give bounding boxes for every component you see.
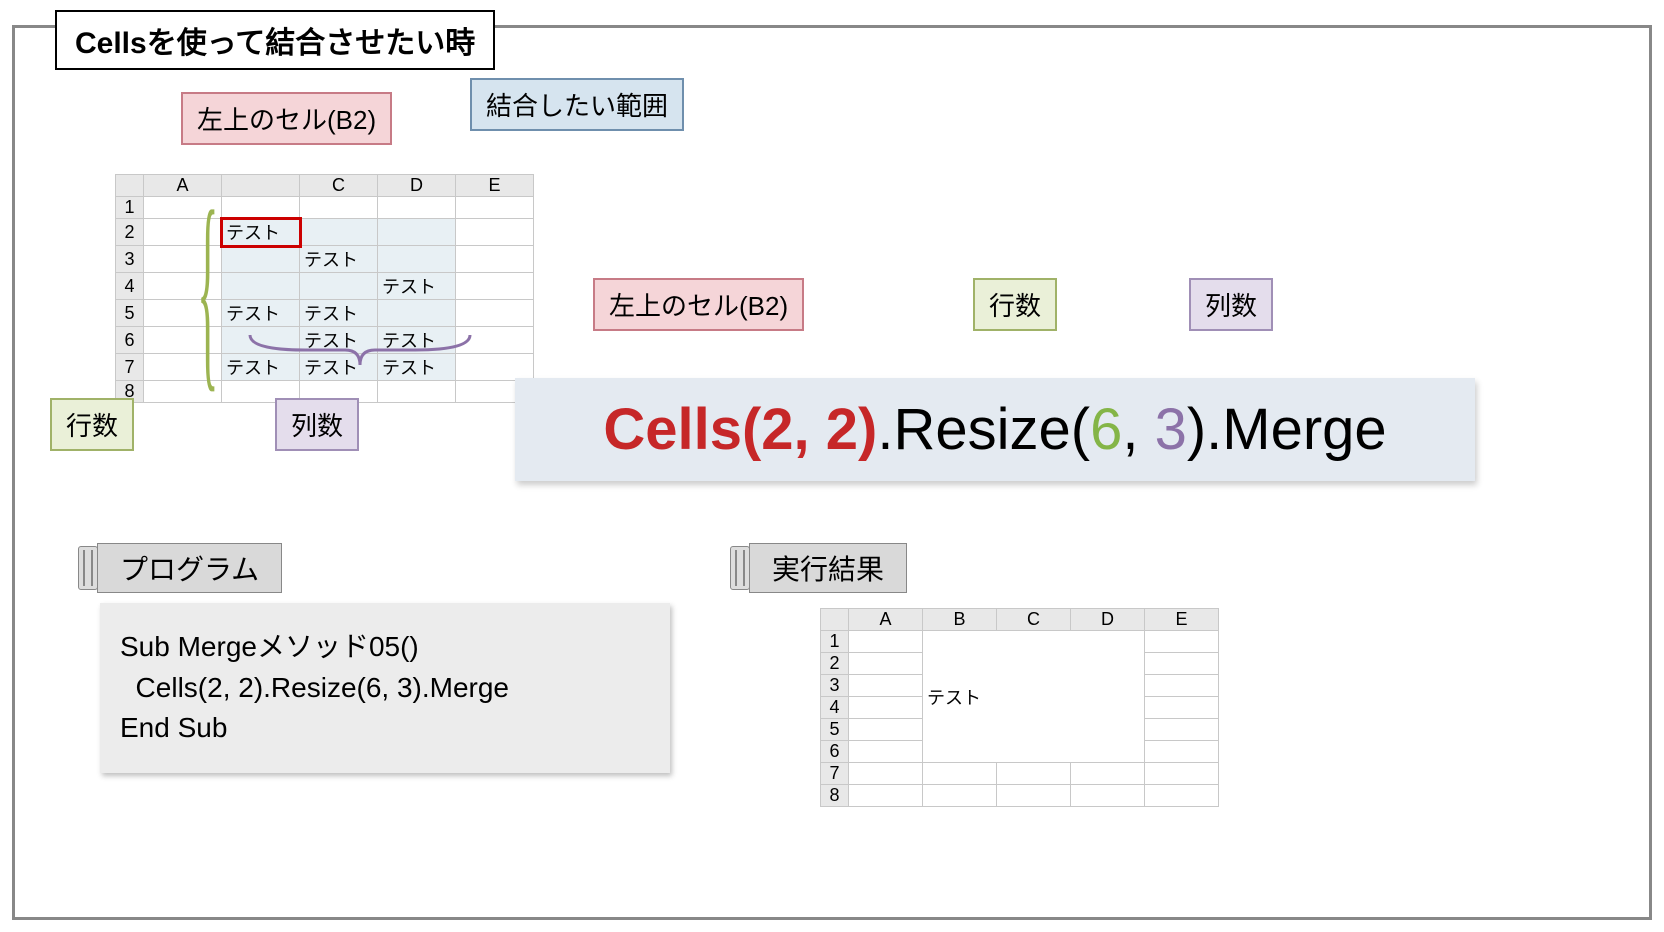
formula-rows-arg: 6 [1090,397,1122,462]
brace-cols-icon [245,330,475,375]
brace-rows-icon: { [197,178,218,398]
outer-frame: Cellsを使って結合させたい時 左上のセル(B2) 結合したい範囲 ACDE … [12,25,1652,920]
formula-cols-arg: 3 [1155,397,1187,462]
result-header: 実行結果 [730,543,907,593]
section-title: Cellsを使って結合させたい時 [55,10,495,70]
merged-cell: テスト [923,631,1145,763]
cell-b2: テスト [222,219,300,246]
formula-cells: Cells(2, 2) [603,397,877,462]
callout-top-left-cell-2: 左上のセル(B2) [593,278,804,331]
code-block: Sub Mergeメソッド05() Cells(2, 2).Resize(6, … [100,603,670,773]
callout-col-count-left: 列数 [275,398,359,451]
code-line: Cells(2, 2).Resize(6, 3).Merge [120,668,650,709]
formula-expression: Cells(2, 2).Resize(6, 3).Merge [515,378,1475,481]
spreadsheet-after: ABCDE 1テスト 2 3 4 5 6 7 8 [820,608,1219,807]
code-line: Sub Mergeメソッド05() [120,627,650,668]
callout-top-left-cell: 左上のセル(B2) [181,92,392,145]
scroll-icon [730,546,750,590]
callout-merge-range: 結合したい範囲 [470,78,684,131]
program-header: プログラム [78,543,282,593]
callout-row-count-left: 行数 [50,398,134,451]
scroll-icon [78,546,98,590]
code-line: End Sub [120,708,650,749]
